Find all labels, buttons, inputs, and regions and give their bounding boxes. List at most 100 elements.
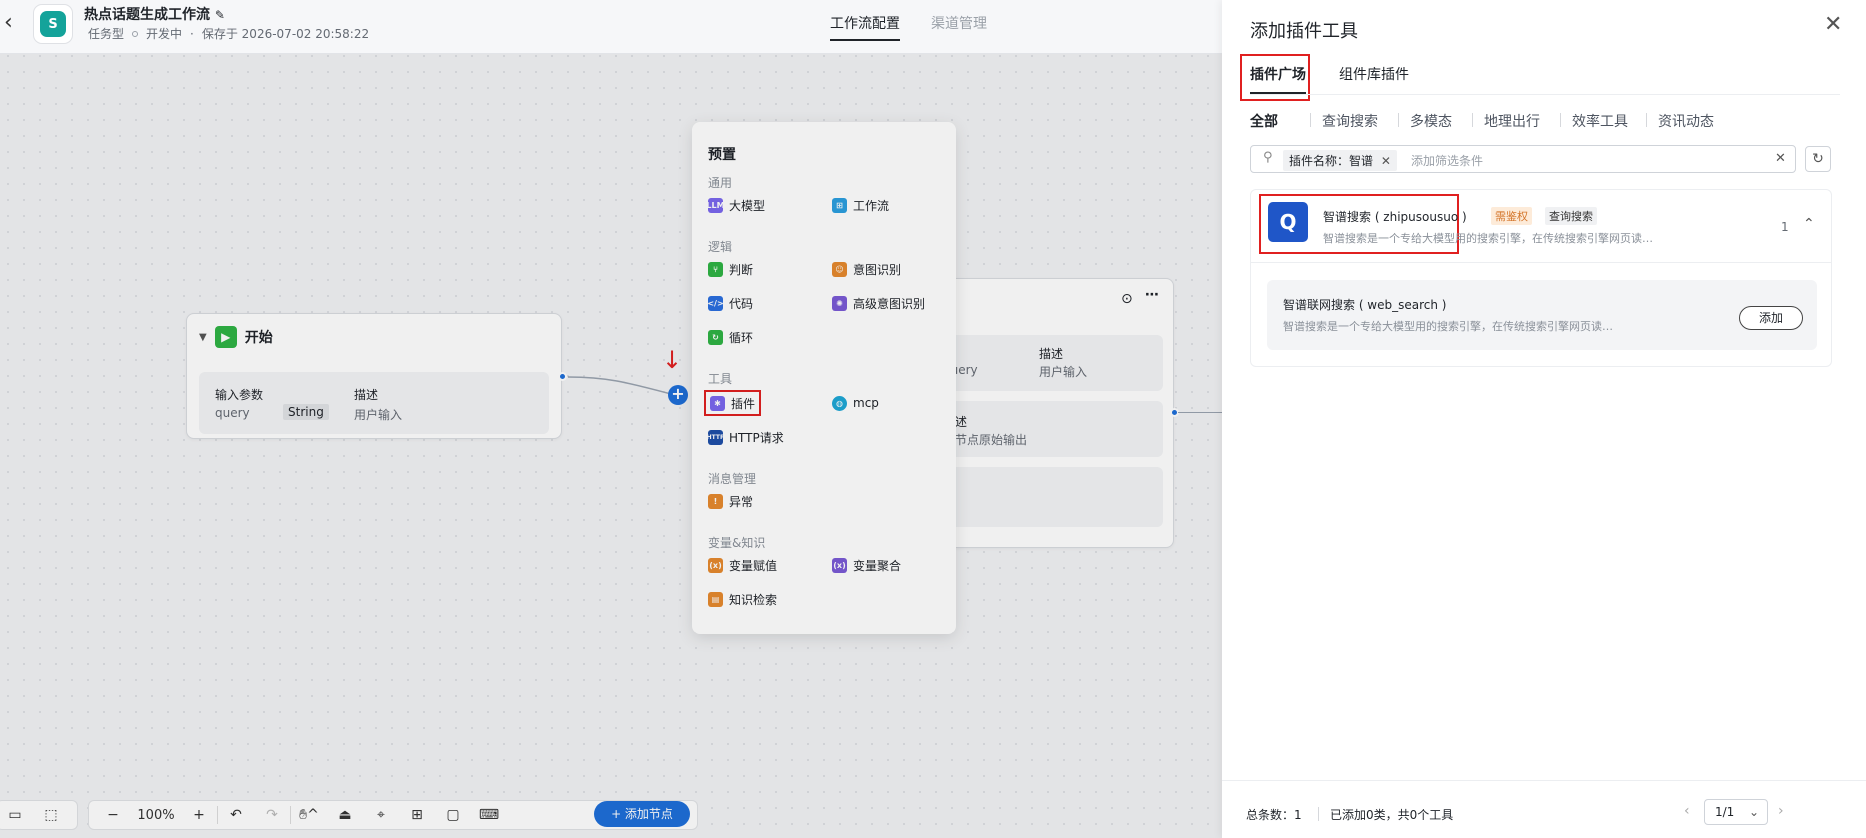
http-icon: HTTP <box>707 429 724 445</box>
start-node-header: ▼ ▶ 开始 <box>199 326 273 348</box>
extra-box <box>943 467 1163 527</box>
minimap-icon[interactable]: ▭ <box>0 807 33 823</box>
category-badge: 查询搜索 <box>1545 207 1597 225</box>
section-tools: 工具 <box>708 372 733 386</box>
separator <box>1310 113 1311 127</box>
category-efficiency[interactable]: 效率工具 <box>1572 111 1628 131</box>
tool-count: 1 <box>1781 220 1789 234</box>
menu-item-label: 循环 <box>729 330 754 345</box>
menu-item-label: 插件 <box>731 396 756 411</box>
menu-item-exception[interactable]: ! 异常 <box>708 490 753 512</box>
menu-item-knowledge[interactable]: ▤ 知识检索 <box>708 588 777 610</box>
section-variables: 变量&知识 <box>708 536 766 550</box>
menu-item-plugin[interactable]: ✱ 插件 <box>704 390 762 416</box>
workflow-type: 任务型 <box>88 27 125 41</box>
note-icon[interactable]: ▢ <box>435 807 471 823</box>
add-tool-button[interactable]: 添加 <box>1739 306 1803 330</box>
separator <box>1560 113 1561 127</box>
mcp-icon: ◍ <box>832 395 847 411</box>
undo-icon[interactable]: ↶ <box>218 807 254 823</box>
refresh-icon[interactable]: ↻ <box>1805 146 1831 172</box>
menu-item-var-assign[interactable]: (x) 变量赋值 <box>708 554 777 576</box>
menu-item-workflow[interactable]: ⊞ 工作流 <box>832 194 889 216</box>
chevron-up-icon[interactable]: ⌃ <box>1803 216 1815 232</box>
chip-close-icon[interactable]: ✕ <box>1381 154 1391 168</box>
category-news[interactable]: 资讯动态 <box>1658 111 1714 131</box>
zoom-in-button[interactable]: + <box>181 807 217 823</box>
tab-component-library[interactable]: 组件库插件 <box>1339 64 1409 84</box>
saved-time: 保存于 2026-07-02 20:58:22 <box>201 27 370 41</box>
menu-item-var-aggregate[interactable]: (x) 变量聚合 <box>832 554 901 576</box>
add-node-button[interactable]: + 添加节点 <box>594 801 690 827</box>
plugin-logo-icon: Q <box>1268 202 1308 242</box>
category-query-search[interactable]: 查询搜索 <box>1322 111 1378 131</box>
warning-icon: ! <box>708 493 723 509</box>
edit-icon[interactable]: ✎ <box>215 8 225 22</box>
col-input-params: 输入参数 <box>215 388 264 402</box>
param-desc: 用户输入 <box>354 408 403 422</box>
menu-item-label: 变量赋值 <box>729 558 778 573</box>
section-logic: 逻辑 <box>708 240 733 254</box>
param-type-tag: String <box>283 404 329 420</box>
layout-icon[interactable]: ⊞ <box>399 807 435 823</box>
menu-item-llm[interactable]: LLM 大模型 <box>706 194 766 216</box>
menu-item-label: 高级意图识别 <box>853 296 926 311</box>
filter-input[interactable]: ⚲ 插件名称：智谱 ✕ 添加筛选条件 ✕ <box>1250 145 1796 173</box>
filter-placeholder: 添加筛选条件 <box>1411 154 1484 168</box>
menu-item-mcp[interactable]: ◍ mcp <box>832 392 879 414</box>
menu-item-http[interactable]: HTTP HTTP请求 <box>707 426 784 448</box>
plugin-icon: ✱ <box>710 395 725 411</box>
tool-desc: 智谱搜索是一个专给大模型用的搜索引擎，在传统搜索引擎网页读… <box>1283 320 1613 333</box>
play-icon: ▶ <box>214 326 237 348</box>
llm-node[interactable]: ⊙ ⋯ 值 描述 query 用户输入 描述 该节点原始输出 <box>930 278 1174 548</box>
keyboard-icon[interactable]: ⌨ <box>471 807 507 823</box>
back-icon[interactable]: ‹ <box>4 10 13 35</box>
menu-item-label: 变量聚合 <box>853 558 902 573</box>
tabs-divider <box>1250 94 1840 95</box>
title-text: 热点话题生成工作流 <box>84 7 210 23</box>
page-select[interactable]: 1/1 ⌄ <box>1704 799 1768 825</box>
close-icon[interactable]: ✕ <box>1824 12 1842 37</box>
start-node[interactable]: ▼ ▶ 开始 输入参数 描述 query String 用户输入 <box>186 313 562 439</box>
add-node-plus-button[interactable]: + <box>668 385 688 405</box>
tab-channel-management[interactable]: 渠道管理 <box>931 13 987 33</box>
filter-chip: 插件名称：智谱 ✕ <box>1283 150 1397 171</box>
category-geo-travel[interactable]: 地理出行 <box>1484 111 1540 131</box>
app-header: ‹ S 热点话题生成工作流 ✎ 任务型 开发中 · 保存于 2026-07-02… <box>0 0 1222 54</box>
next-page-icon[interactable]: › <box>1778 803 1784 819</box>
menu-item-loop[interactable]: ↻ 循环 <box>708 326 753 348</box>
plugin-name: 智谱搜索 ( zhipusousuo ) <box>1323 210 1467 224</box>
clear-icon[interactable]: ✕ <box>1775 151 1786 166</box>
llm-icon: LLM <box>706 197 725 213</box>
category-all[interactable]: 全部 <box>1250 111 1278 131</box>
connection-line-right <box>1178 412 1222 413</box>
tab-plugin-square[interactable]: 插件广场 <box>1250 64 1306 84</box>
align-icon[interactable]: ⏏ <box>327 807 363 823</box>
menu-item-label: 大模型 <box>729 198 766 213</box>
workflow-title: 热点话题生成工作流 ✎ <box>84 4 225 24</box>
hand-icon[interactable]: ✋︎^ <box>291 807 327 823</box>
variable-aggregate-icon: (x) <box>832 557 847 573</box>
category-multimodal[interactable]: 多模态 <box>1410 111 1452 131</box>
zoom-level: 100% <box>137 807 175 823</box>
select-icon[interactable]: ⬚ <box>33 807 69 823</box>
tab-workflow-config[interactable]: 工作流配置 <box>830 13 900 41</box>
chevron-down-icon: ⌄ <box>1749 805 1760 819</box>
menu-item-code[interactable]: </> 代码 <box>707 292 753 314</box>
app-logo: S <box>33 4 73 44</box>
redo-icon[interactable]: ↷ <box>254 807 290 823</box>
run-icon[interactable]: ⊙ <box>1121 291 1133 307</box>
more-icon[interactable]: ⋯ <box>1145 287 1159 303</box>
zoom-out-button[interactable]: − <box>95 807 131 823</box>
node-type-menu[interactable]: 预置 通用 LLM 大模型 ⊞ 工作流 逻辑 ⑂ 判断 ☺ 意图识别 </> 代码 ✺ 高级… <box>692 122 956 634</box>
locate-icon[interactable]: ⌖ <box>363 807 399 823</box>
workflow-canvas[interactable]: ▼ ▶ 开始 输入参数 描述 query String 用户输入 ↓ + ⊙ ⋯… <box>0 0 1222 838</box>
menu-item-condition[interactable]: ⑂ 判断 <box>708 258 753 280</box>
collapse-icon[interactable]: ▼ <box>199 332 207 343</box>
menu-item-label: 知识检索 <box>729 592 778 607</box>
search-icon: ⚲ <box>1263 150 1273 165</box>
menu-item-advanced-intent[interactable]: ✺ 高级意图识别 <box>832 292 925 314</box>
total-count: 总条数：1 <box>1246 808 1302 822</box>
menu-item-intent[interactable]: ☺ 意图识别 <box>832 258 901 280</box>
prev-page-icon[interactable]: ‹ <box>1684 803 1690 819</box>
